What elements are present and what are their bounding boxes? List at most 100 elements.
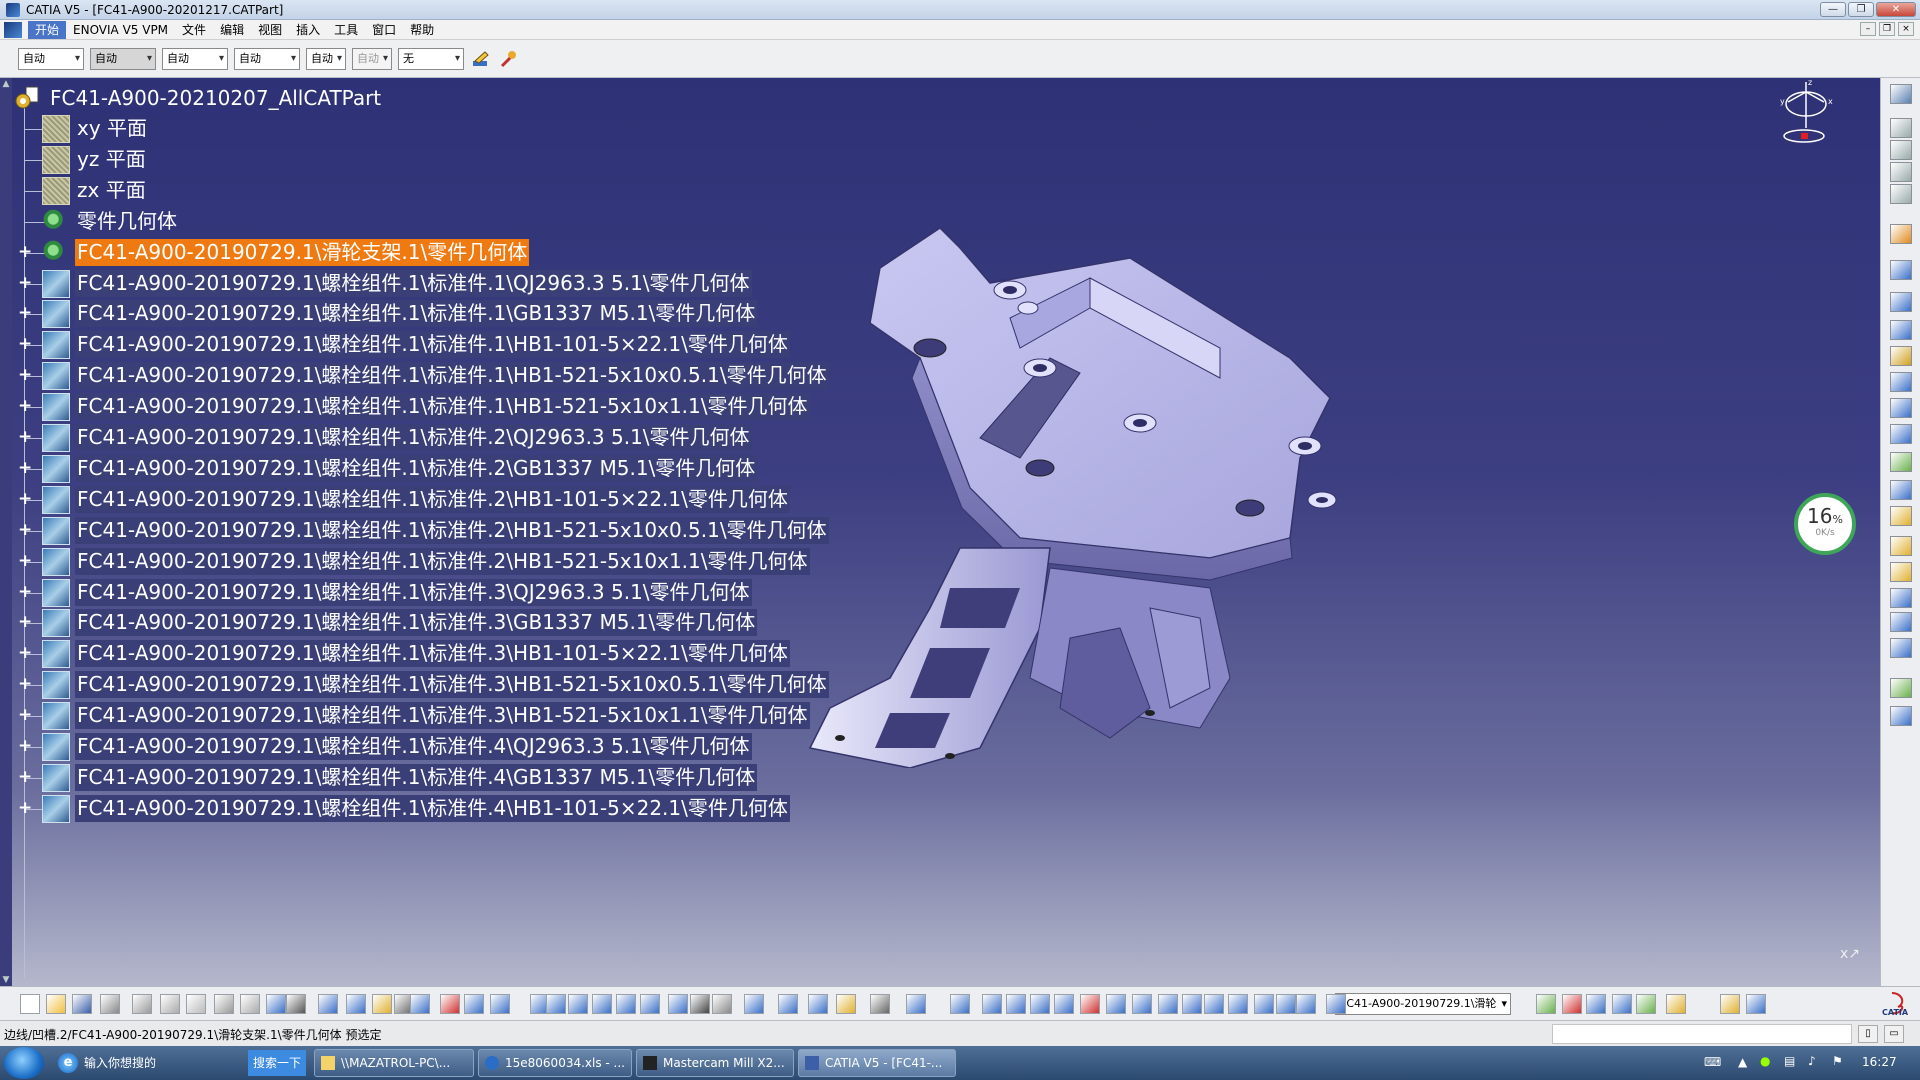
tool-icon[interactable] [1890, 140, 1912, 160]
menu-window[interactable]: 窗口 [365, 21, 403, 39]
expand-plus-icon[interactable]: + [18, 367, 32, 384]
toolbar-icon[interactable] [1106, 994, 1126, 1014]
tool-icon[interactable] [1890, 224, 1912, 244]
tool-icon[interactable] [1890, 536, 1912, 556]
tool-icon[interactable] [1890, 562, 1912, 582]
input-method-icon[interactable]: ⚑ [1832, 1054, 1843, 1068]
toolbar-icon[interactable] [20, 994, 40, 1014]
menu-file[interactable]: 文件 [175, 21, 213, 39]
security-icon[interactable]: ● [1760, 1054, 1770, 1068]
windows-start-button[interactable] [4, 1047, 44, 1079]
tool-icon[interactable] [1890, 706, 1912, 726]
document-icon[interactable] [4, 21, 22, 38]
3d-viewport[interactable]: ▲ ▼ FC41-A900-20210207_AllCATPart xy 平面 … [0, 78, 1880, 986]
toolbar-icon[interactable] [1562, 994, 1582, 1014]
toolbar-icon[interactable] [982, 994, 1002, 1014]
toolbar-icon[interactable] [640, 994, 660, 1014]
expand-plus-icon[interactable]: + [18, 552, 32, 569]
tray-expand-icon[interactable]: ▲ [1738, 1055, 1747, 1069]
status-button-1[interactable]: ▯ [1858, 1025, 1878, 1043]
tool-icon[interactable] [1890, 638, 1912, 658]
toolbar-icon[interactable] [266, 994, 286, 1014]
tool-icon[interactable] [1890, 506, 1912, 526]
expand-plus-icon[interactable]: + [18, 676, 32, 693]
toolbar-icon[interactable] [214, 994, 234, 1014]
toolbar-icon[interactable] [1746, 994, 1766, 1014]
tool-icon[interactable] [1890, 372, 1912, 392]
minimize-button[interactable]: — [1820, 2, 1846, 17]
toolbar-icon[interactable] [836, 994, 856, 1014]
expand-plus-icon[interactable]: + [18, 459, 32, 476]
tool-icon[interactable] [1890, 346, 1912, 366]
keyboard-icon[interactable]: ⌨ [1704, 1055, 1721, 1069]
compass-icon[interactable]: z y x [1772, 78, 1836, 154]
expand-plus-icon[interactable]: + [18, 799, 32, 816]
toolbar-icon[interactable] [1586, 994, 1606, 1014]
toolbar-icon[interactable] [1132, 994, 1152, 1014]
toolbar-icon[interactable] [464, 994, 484, 1014]
current-body-select[interactable]: FC41-A900-20190729.1\滑轮 [1335, 993, 1511, 1015]
toolbar-icon[interactable] [318, 994, 338, 1014]
tool-icon[interactable] [1890, 612, 1912, 632]
toolbar-icon[interactable] [1228, 994, 1248, 1014]
toolbar-icon[interactable] [1612, 994, 1632, 1014]
ie-icon[interactable]: e [58, 1053, 78, 1073]
scroll-up-arrow-icon[interactable]: ▲ [0, 78, 12, 90]
task-xls-file[interactable]: 15e8060034.xls - ... [478, 1049, 632, 1077]
toolbar-icon[interactable] [440, 994, 460, 1014]
tree-root[interactable]: FC41-A900-20210207_AllCATPart [14, 84, 381, 112]
toolbar-icon[interactable] [546, 994, 566, 1014]
toolbar-icon[interactable] [1536, 994, 1556, 1014]
toolbar-icon[interactable] [1276, 994, 1296, 1014]
toolbar-icon[interactable] [186, 994, 206, 1014]
toolbar-icon[interactable] [616, 994, 636, 1014]
toolbar-icon[interactable] [950, 994, 970, 1014]
toolbar-icon[interactable] [72, 994, 92, 1014]
menu-edit[interactable]: 编辑 [213, 21, 251, 39]
toolbar-icon[interactable] [240, 994, 260, 1014]
task-mazatrol-folder[interactable]: \\MAZATROL-PC\... [314, 1049, 474, 1077]
task-catia[interactable]: CATIA V5 - [FC41-... [798, 1049, 956, 1077]
tool-icon[interactable] [1890, 452, 1912, 472]
toolbar-icon[interactable] [712, 994, 732, 1014]
taskbar-search-button[interactable]: 搜索一下 [248, 1050, 306, 1076]
toolbar-icon[interactable] [870, 994, 890, 1014]
toolbar-icon[interactable] [410, 994, 430, 1014]
toolbar-icon[interactable] [160, 994, 180, 1014]
tree-scrollbar[interactable]: ▲ ▼ [0, 78, 12, 986]
toolbar-icon[interactable] [1158, 994, 1178, 1014]
expand-plus-icon[interactable]: + [18, 645, 32, 662]
toolbar-icon[interactable] [1182, 994, 1202, 1014]
toolbar-icon[interactable] [372, 994, 392, 1014]
menu-enovia[interactable]: ENOVIA V5 VPM [66, 21, 175, 39]
tool-icon[interactable] [1890, 162, 1912, 182]
toolbar-icon[interactable] [1720, 994, 1740, 1014]
tool-icon[interactable] [1890, 424, 1912, 444]
tool-icon[interactable] [1890, 84, 1912, 104]
doc-minimize-button[interactable]: – [1860, 22, 1876, 36]
expand-plus-icon[interactable]: + [18, 274, 32, 291]
toolbar-icon[interactable] [1296, 994, 1316, 1014]
tool-icon[interactable] [1890, 588, 1912, 608]
toolbar-icon[interactable] [490, 994, 510, 1014]
clock[interactable]: 16:27 [1862, 1055, 1897, 1069]
expand-plus-icon[interactable]: + [18, 336, 32, 353]
brush-icon[interactable] [498, 48, 520, 70]
format-painter-icon[interactable] [470, 48, 492, 70]
status-button-2[interactable]: ▭ [1884, 1025, 1904, 1043]
layer-select[interactable]: 无 [398, 47, 464, 70]
toolbar-icon[interactable] [778, 994, 798, 1014]
toolbar-icon[interactable] [592, 994, 612, 1014]
tool-icon[interactable] [1890, 398, 1912, 418]
task-mastercam[interactable]: Mastercam Mill X2... [636, 1049, 794, 1077]
doc-restore-button[interactable]: ❐ [1879, 22, 1895, 36]
command-input[interactable] [1552, 1024, 1852, 1044]
expand-plus-icon[interactable]: + [18, 243, 32, 260]
performance-widget[interactable]: 16% 0K/s [1794, 493, 1856, 555]
toolbar-icon[interactable] [1636, 994, 1656, 1014]
toolbar-icon[interactable] [744, 994, 764, 1014]
expand-plus-icon[interactable]: + [18, 738, 32, 755]
toolbar-icon[interactable] [668, 994, 688, 1014]
expand-plus-icon[interactable]: + [18, 305, 32, 322]
taskbar-search-input[interactable]: 输入你想搜的 [84, 1053, 244, 1073]
